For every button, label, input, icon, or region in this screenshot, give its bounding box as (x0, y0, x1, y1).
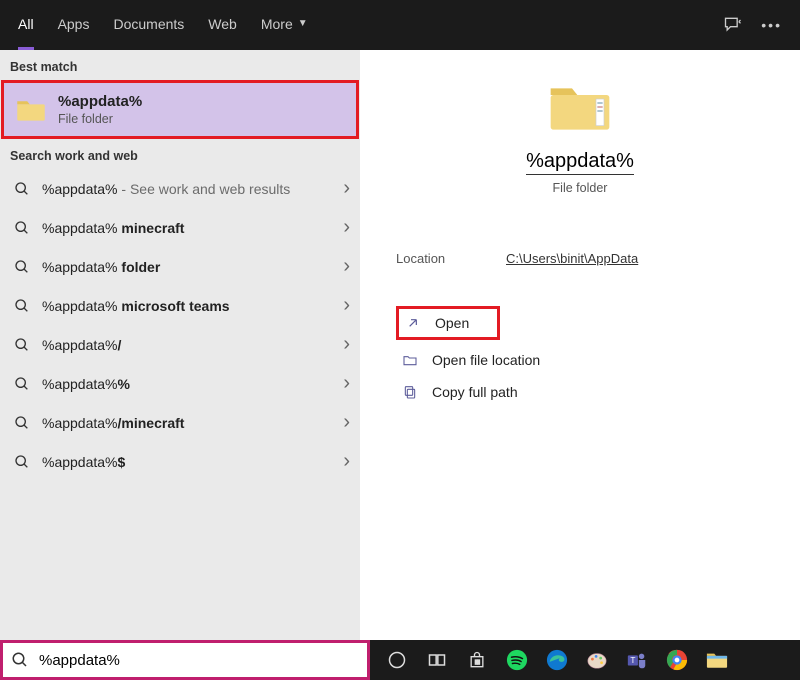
chevron-right-icon[interactable]: › (343, 333, 350, 356)
preview-title[interactable]: %appdata% (526, 150, 634, 175)
teams-icon[interactable]: T (624, 647, 650, 673)
action-copy-path[interactable]: Copy full path (396, 376, 764, 408)
action-open-highlight: Open (396, 306, 500, 340)
svg-text:T: T (630, 656, 635, 665)
tab-more-label: More (261, 16, 293, 32)
preview-actions: Open Open file location Copy full path (396, 306, 764, 408)
action-open-location-label: Open file location (432, 352, 540, 368)
store-icon[interactable] (464, 647, 490, 673)
result-row[interactable]: %appdata% - See work and web results› (0, 169, 360, 208)
main-content: Best match %appdata% File folder Search … (0, 50, 800, 640)
chevron-right-icon[interactable]: › (343, 255, 350, 278)
action-open[interactable]: Open (405, 313, 469, 333)
chevron-right-icon[interactable]: › (343, 450, 350, 473)
explorer-icon[interactable] (704, 647, 730, 673)
edge-icon[interactable] (544, 647, 570, 673)
result-row[interactable]: %appdata% microsoft teams› (0, 286, 360, 325)
result-row[interactable]: %appdata% folder› (0, 247, 360, 286)
result-row[interactable]: %appdata%/minecraft› (0, 403, 360, 442)
chevron-right-icon[interactable]: › (343, 411, 350, 434)
folder-open-icon (402, 352, 418, 368)
chevron-right-icon[interactable]: › (343, 294, 350, 317)
tab-documents[interactable]: Documents (113, 0, 184, 50)
action-copy-path-label: Copy full path (432, 384, 518, 400)
tab-web[interactable]: Web (208, 0, 237, 50)
search-icon (14, 181, 30, 197)
best-match-text: %appdata% File folder (58, 93, 142, 126)
result-label: %appdata%/minecraft (42, 415, 343, 431)
result-label: %appdata%% (42, 376, 343, 392)
result-row[interactable]: %appdata%$› (0, 442, 360, 481)
action-open-location[interactable]: Open file location (396, 344, 764, 376)
search-web-heading: Search work and web (0, 139, 360, 169)
result-label: %appdata% minecraft (42, 220, 343, 236)
best-match-subtitle: File folder (58, 112, 142, 126)
result-row[interactable]: %appdata%/› (0, 325, 360, 364)
search-icon (14, 298, 30, 314)
copy-icon (402, 384, 418, 400)
preview-header: %appdata% File folder (396, 80, 764, 195)
chevron-right-icon[interactable]: › (343, 216, 350, 239)
search-icon (14, 337, 30, 353)
search-icon (11, 651, 29, 669)
search-icon (14, 376, 30, 392)
open-icon (405, 315, 421, 331)
search-icon (14, 259, 30, 275)
result-label: %appdata%$ (42, 454, 343, 470)
result-label: %appdata% microsoft teams (42, 298, 343, 314)
taskbar-search[interactable] (0, 640, 370, 680)
results-list: %appdata% - See work and web results›%ap… (0, 169, 360, 481)
more-options-icon[interactable]: ••• (761, 17, 782, 33)
preview-panel: %appdata% File folder Location C:\Users\… (360, 50, 800, 640)
search-icon (14, 220, 30, 236)
result-label: %appdata%/ (42, 337, 343, 353)
spotify-icon[interactable] (504, 647, 530, 673)
folder-icon (548, 80, 612, 134)
result-row[interactable]: %appdata%%› (0, 364, 360, 403)
results-panel: Best match %appdata% File folder Search … (0, 50, 360, 640)
location-label: Location (396, 251, 506, 266)
topbar-right: ••• (723, 15, 782, 35)
tab-apps[interactable]: Apps (58, 0, 90, 50)
chevron-right-icon[interactable]: › (343, 372, 350, 395)
result-label: %appdata% folder (42, 259, 343, 275)
action-open-label: Open (435, 315, 469, 331)
paint-icon[interactable] (584, 647, 610, 673)
taskbar-search-input[interactable] (39, 652, 359, 669)
search-filter-bar: All Apps Documents Web More ▼ ••• (0, 0, 800, 50)
chrome-icon[interactable] (664, 647, 690, 673)
best-match-title: %appdata% (58, 93, 142, 110)
location-row: Location C:\Users\binit\AppData (396, 251, 764, 266)
result-label: %appdata% - See work and web results (42, 181, 343, 197)
chevron-down-icon: ▼ (298, 18, 308, 29)
task-view-icon[interactable] (424, 647, 450, 673)
taskbar: T (0, 640, 800, 680)
preview-subtitle: File folder (553, 181, 608, 195)
best-match-heading: Best match (0, 50, 360, 80)
location-value[interactable]: C:\Users\binit\AppData (506, 251, 638, 266)
filter-tabs: All Apps Documents Web More ▼ (18, 0, 308, 50)
tab-more[interactable]: More ▼ (261, 0, 308, 50)
tab-all[interactable]: All (18, 0, 34, 50)
feedback-icon[interactable] (723, 15, 743, 35)
taskbar-icons: T (384, 647, 730, 673)
folder-icon (16, 97, 46, 123)
result-row[interactable]: %appdata% minecraft› (0, 208, 360, 247)
cortana-icon[interactable] (384, 647, 410, 673)
chevron-right-icon[interactable]: › (343, 177, 350, 200)
best-match-result[interactable]: %appdata% File folder (1, 80, 359, 139)
search-icon (14, 454, 30, 470)
search-icon (14, 415, 30, 431)
